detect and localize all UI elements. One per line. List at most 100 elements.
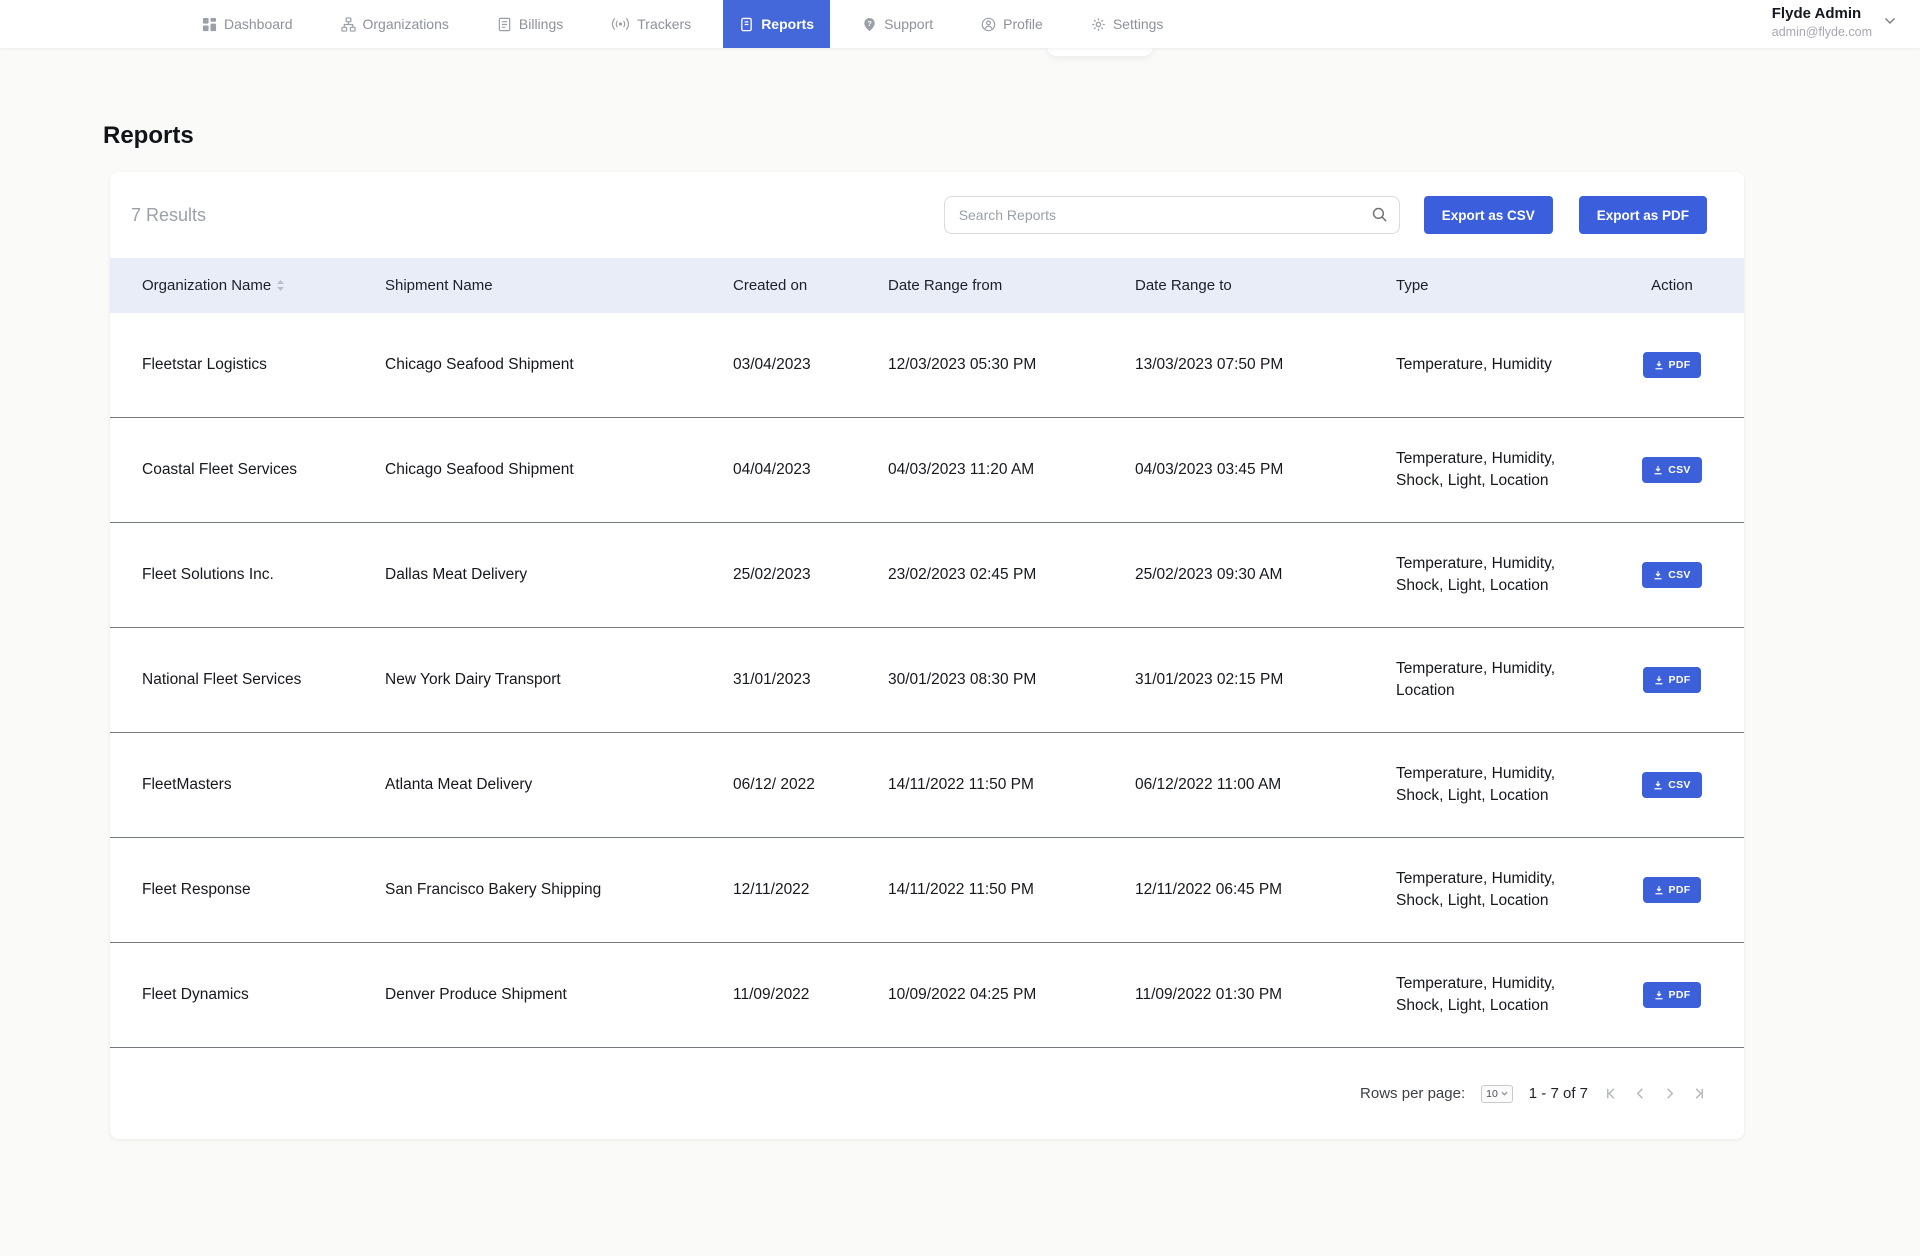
cell-type: Temperature, Humidity, Shock, Light, Loc… <box>1390 763 1578 808</box>
nav-item-profile[interactable]: Profile <box>965 0 1059 48</box>
next-page-button[interactable] <box>1660 1084 1679 1103</box>
cell-created-on: 31/01/2023 <box>733 671 888 689</box>
nav-item-billings[interactable]: Billings <box>481 0 579 48</box>
reports-icon <box>739 17 754 32</box>
cell-shipment: Denver Produce Shipment <box>385 986 733 1004</box>
download-report-button[interactable]: CSV <box>1642 562 1702 588</box>
column-header-action: Action <box>1600 277 1744 294</box>
rows-per-page-select[interactable]: 10 <box>1481 1085 1513 1103</box>
cell-date-from: 10/09/2022 04:25 PM <box>888 986 1135 1004</box>
cell-date-from: 04/03/2023 11:20 AM <box>888 461 1135 479</box>
export-pdf-button[interactable]: Export as PDF <box>1579 196 1707 234</box>
cell-organization: National Fleet Services <box>142 671 385 689</box>
last-page-button[interactable] <box>1689 1084 1708 1103</box>
search-input[interactable] <box>944 196 1400 234</box>
table-row[interactable]: Fleet Dynamics Denver Produce Shipment 1… <box>110 943 1744 1048</box>
cell-organization: Fleetstar Logistics <box>142 356 385 374</box>
action-label: CSV <box>1668 464 1691 476</box>
cell-organization: Fleet Solutions Inc. <box>142 566 385 584</box>
top-nav: Dashboard Organizations Billings Tracker… <box>0 0 1920 48</box>
download-report-button[interactable]: CSV <box>1642 772 1702 798</box>
rows-per-page-label: Rows per page: <box>1360 1085 1465 1102</box>
table-row[interactable]: National Fleet Services New York Dairy T… <box>110 628 1744 733</box>
action-label: PDF <box>1669 674 1691 686</box>
cell-shipment: Chicago Seafood Shipment <box>385 461 733 479</box>
cell-date-to: 04/03/2023 03:45 PM <box>1135 461 1390 479</box>
action-label: PDF <box>1669 989 1691 1001</box>
previous-page-button[interactable] <box>1631 1084 1650 1103</box>
action-label: PDF <box>1669 359 1691 371</box>
nav-item-dashboard[interactable]: Dashboard <box>186 0 309 48</box>
nav-item-trackers[interactable]: Trackers <box>595 0 707 48</box>
export-csv-button[interactable]: Export as CSV <box>1424 196 1553 234</box>
table-header: Organization Name Shipment Name Created … <box>110 258 1744 313</box>
chevron-down-icon <box>1884 12 1896 30</box>
cell-created-on: 06/12/ 2022 <box>733 776 888 794</box>
nav-label: Profile <box>1003 16 1043 32</box>
download-icon <box>1654 885 1664 895</box>
nav-label: Reports <box>761 16 814 32</box>
user-email: admin@flyde.com <box>1772 24 1872 40</box>
pagination: Rows per page: 10 1 - 7 of 7 <box>110 1048 1744 1139</box>
first-page-button[interactable] <box>1602 1084 1621 1103</box>
cell-shipment: Atlanta Meat Delivery <box>385 776 733 794</box>
download-icon <box>1654 675 1664 685</box>
column-header-date-from: Date Range from <box>888 277 1135 294</box>
organizations-icon <box>341 17 356 32</box>
column-header-organization[interactable]: Organization Name <box>142 277 385 294</box>
nav-label: Billings <box>519 16 563 32</box>
cell-date-to: 31/01/2023 02:15 PM <box>1135 671 1390 689</box>
cell-date-from: 23/02/2023 02:45 PM <box>888 566 1135 584</box>
table-body: Fleetstar Logistics Chicago Seafood Ship… <box>110 313 1744 1048</box>
user-menu[interactable]: Flyde Admin admin@flyde.com <box>1772 4 1896 40</box>
nav-label: Settings <box>1113 16 1164 32</box>
nav-label: Support <box>884 16 933 32</box>
user-name: Flyde Admin <box>1772 4 1872 24</box>
table-row[interactable]: Fleet Response San Francisco Bakery Ship… <box>110 838 1744 943</box>
download-report-button[interactable]: PDF <box>1643 667 1702 693</box>
table-row[interactable]: FleetMasters Atlanta Meat Delivery 06/12… <box>110 733 1744 838</box>
action-label: CSV <box>1668 779 1691 791</box>
cell-created-on: 11/09/2022 <box>733 986 888 1004</box>
column-header-date-to: Date Range to <box>1135 277 1390 294</box>
download-report-button[interactable]: PDF <box>1643 982 1702 1008</box>
cell-type: Temperature, Humidity, Shock, Light, Loc… <box>1390 448 1578 493</box>
download-report-button[interactable]: CSV <box>1642 457 1702 483</box>
page-title: Reports <box>103 122 194 150</box>
billings-icon <box>497 17 512 32</box>
cell-created-on: 12/11/2022 <box>733 881 888 899</box>
download-report-button[interactable]: PDF <box>1643 877 1702 903</box>
reports-table: Organization Name Shipment Name Created … <box>110 258 1744 1048</box>
cell-created-on: 03/04/2023 <box>733 356 888 374</box>
table-row[interactable]: Fleetstar Logistics Chicago Seafood Ship… <box>110 313 1744 418</box>
svg-text:?: ? <box>867 18 872 27</box>
cell-date-from: 14/11/2022 11:50 PM <box>888 881 1135 899</box>
cell-shipment: Dallas Meat Delivery <box>385 566 733 584</box>
download-icon <box>1653 465 1663 475</box>
results-count: 7 Results <box>131 205 206 226</box>
cell-type: Temperature, Humidity <box>1390 354 1578 376</box>
cell-date-to: 13/03/2023 07:50 PM <box>1135 356 1390 374</box>
cell-organization: Fleet Response <box>142 881 385 899</box>
support-icon: ? <box>862 17 877 32</box>
nav-item-support[interactable]: ? Support <box>846 0 949 48</box>
table-row[interactable]: Fleet Solutions Inc. Dallas Meat Deliver… <box>110 523 1744 628</box>
nav-item-reports[interactable]: Reports <box>723 0 830 48</box>
download-report-button[interactable]: PDF <box>1643 352 1702 378</box>
cell-date-to: 25/02/2023 09:30 AM <box>1135 566 1390 584</box>
toolbar: 7 Results Export as CSV Export as PDF <box>110 172 1744 258</box>
nav-item-settings[interactable]: Settings <box>1075 0 1180 48</box>
cell-date-to: 12/11/2022 06:45 PM <box>1135 881 1390 899</box>
cell-date-to: 11/09/2022 01:30 PM <box>1135 986 1390 1004</box>
nav-label: Organizations <box>363 16 449 32</box>
cell-type: Temperature, Humidity, Shock, Light, Loc… <box>1390 973 1578 1018</box>
cell-shipment: San Francisco Bakery Shipping <box>385 881 733 899</box>
table-row[interactable]: Coastal Fleet Services Chicago Seafood S… <box>110 418 1744 523</box>
cell-created-on: 04/04/2023 <box>733 461 888 479</box>
download-icon <box>1653 570 1663 580</box>
settings-icon <box>1091 17 1106 32</box>
cell-date-to: 06/12/2022 11:00 AM <box>1135 776 1390 794</box>
sort-icon[interactable] <box>276 280 285 291</box>
cell-date-from: 14/11/2022 11:50 PM <box>888 776 1135 794</box>
nav-item-organizations[interactable]: Organizations <box>325 0 465 48</box>
